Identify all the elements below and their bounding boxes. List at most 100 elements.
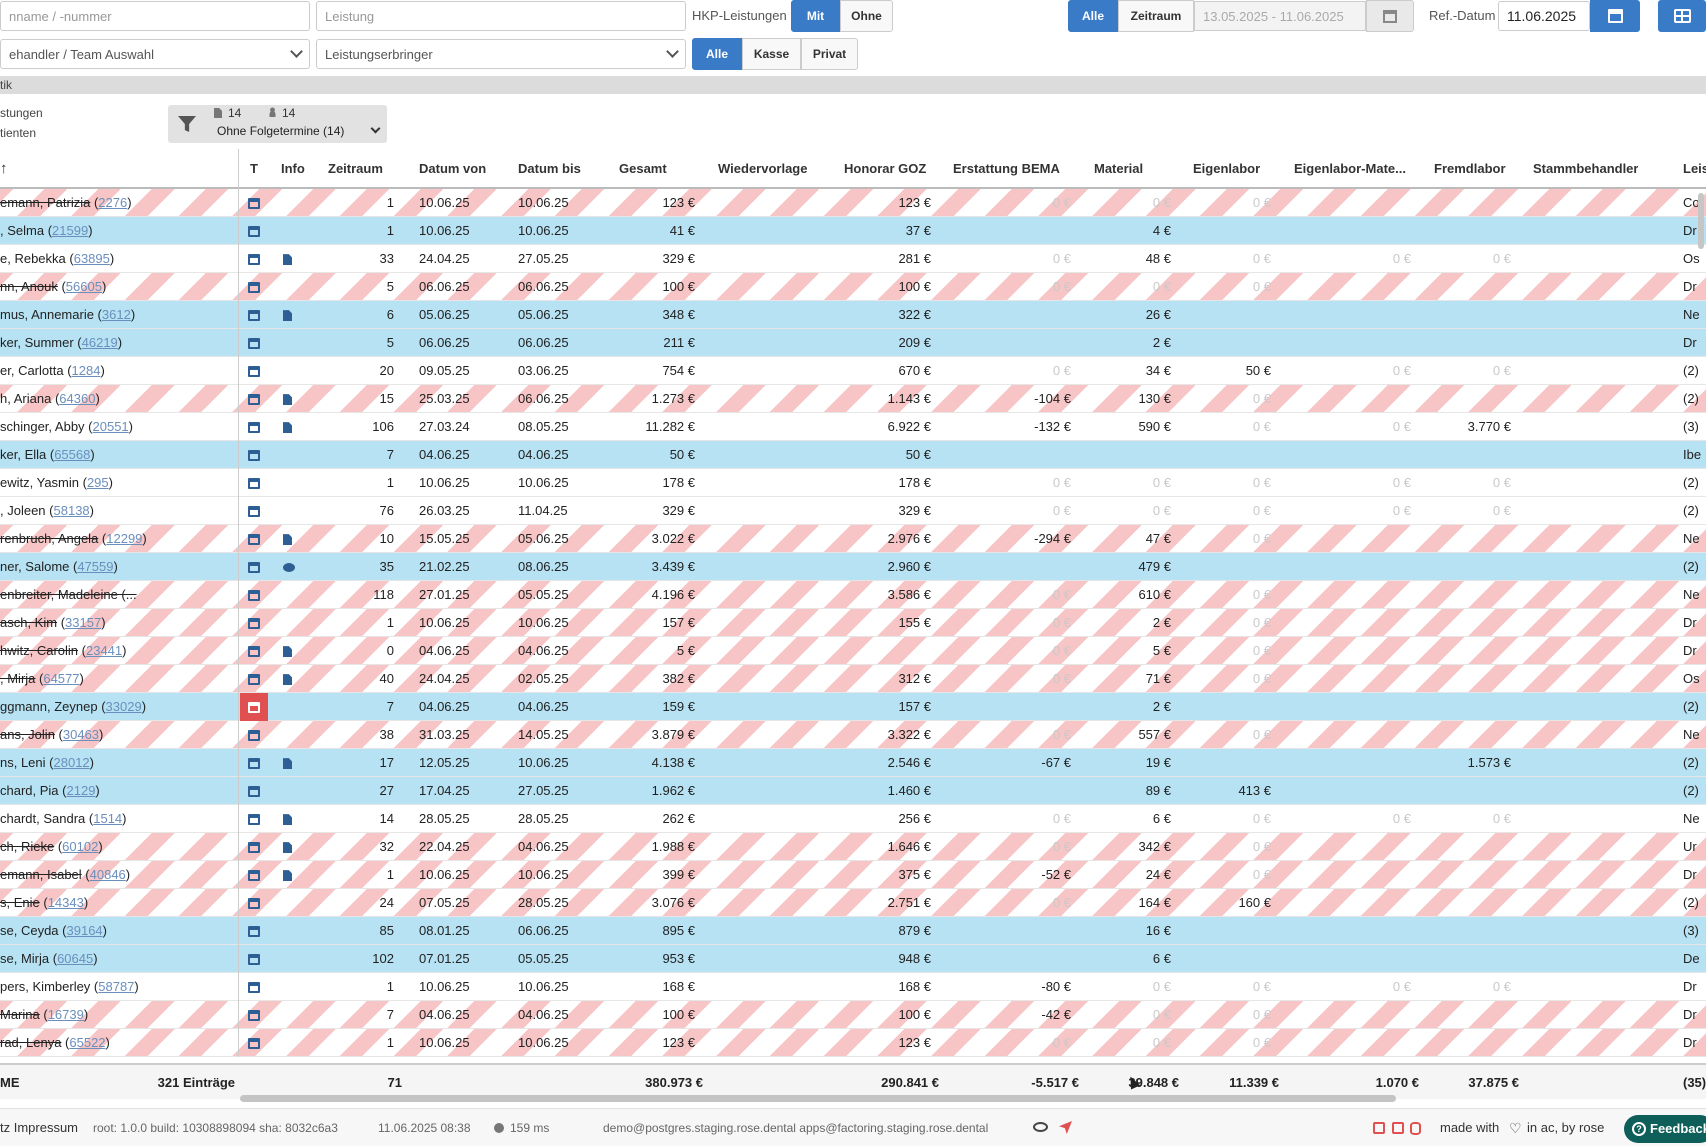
info-cell[interactable] [283,805,303,833]
info-cell[interactable] [283,749,303,777]
info-cell[interactable] [283,1001,303,1029]
export-icon[interactable] [1392,1122,1404,1134]
appointment-cell[interactable] [240,217,268,245]
table-row[interactable]: rad, Lenya (65522) 1 10.06.25 10.06.25 123 €… [0,1029,1706,1057]
feedback-button[interactable]: ? Feedback [1624,1115,1706,1143]
period-alle-button[interactable]: Alle [1068,0,1118,32]
col-header-zeitraum[interactable]: Zeitraum [328,149,383,189]
patient-name-cell[interactable]: schinger, Abby (20551) [0,413,236,441]
vertical-scrollbar-thumb[interactable] [1698,193,1704,249]
patient-name-cell[interactable]: enbreiter, Madeleine (... [0,581,236,609]
appointment-cell[interactable] [240,973,268,1001]
info-cell[interactable] [283,525,303,553]
info-cell[interactable] [283,637,303,665]
patient-id-link[interactable]: 2129 [67,783,96,798]
patient-name-cell[interactable]: ker, Ella (65568) [0,441,236,469]
table-row[interactable]: schinger, Abby (20551) 106 27.03.24 08.05.2… [0,413,1706,441]
table-row[interactable]: , Joleen (58138) 76 26.03.25 11.04.25 329 €3… [0,497,1706,525]
table-row[interactable]: ggmann, Zeynep (33029) 7 04.06.25 04.06.25 1… [0,693,1706,721]
table-row[interactable]: , Selma (21599) 1 10.06.25 10.06.25 41 €37 €… [0,217,1706,245]
patient-name-cell[interactable]: hwitz, Carolin (23441) [0,637,236,665]
table-row[interactable]: ner, Salome (47559) 35 21.02.25 08.06.25 3.4… [0,553,1706,581]
patient-name-cell[interactable]: renbruch, Angela (12299) [0,525,236,553]
patient-name-cell[interactable]: s, Enie (14343) [0,889,236,917]
database-icon[interactable] [1410,1122,1421,1135]
info-cell[interactable] [283,861,303,889]
layout-toggle-button[interactable] [1658,0,1706,32]
patient-id-link[interactable]: 16739 [48,1007,84,1022]
table-row[interactable]: emann, Patrizia (2276) 1 10.06.25 10.06.25 1… [0,189,1706,217]
col-header-info[interactable]: Info [281,149,305,189]
table-row[interactable]: er, Carlotta (1284) 20 09.05.25 03.06.25 754… [0,357,1706,385]
patient-name-cell[interactable]: , Joleen (58138) [0,497,236,525]
table-row[interactable]: ker, Summer (46219) 5 06.06.25 06.06.25 211 … [0,329,1706,357]
table-row[interactable]: h, Ariana (64360) 15 25.03.25 06.06.25 1.273… [0,385,1706,413]
table-row[interactable]: asch, Kim (33157) 1 10.06.25 10.06.25 157 €1… [0,609,1706,637]
patient-name-cell[interactable]: emann, Isabel (40846) [0,861,236,889]
info-cell[interactable] [283,1029,303,1057]
eye-slash-icon[interactable] [1033,1122,1048,1132]
appointment-cell[interactable] [240,581,268,609]
info-cell[interactable] [283,189,303,217]
appointment-cell[interactable] [240,385,268,413]
patient-name-cell[interactable]: ch, Rieke (60102) [0,833,236,861]
patient-id-link[interactable]: 60645 [57,951,93,966]
appointment-cell[interactable] [240,833,268,861]
col-header-datum-von[interactable]: Datum von [419,149,486,189]
patient-id-link[interactable]: 58138 [54,503,90,518]
appointment-cell[interactable] [240,945,268,973]
patient-id-link[interactable]: 295 [87,475,109,490]
appointment-cell[interactable] [240,1001,268,1029]
table-row[interactable]: pers, Kimberley (58787) 1 10.06.25 10.06.25… [0,973,1706,1001]
appointment-cell[interactable] [240,665,268,693]
info-cell[interactable] [283,441,303,469]
col-header-eigenlabor-material[interactable]: Eigenlabor-Mate... [1294,149,1406,189]
patient-id-link[interactable]: 46219 [82,335,118,350]
table-row[interactable]: enbreiter, Madeleine (... 118 27.01.25 05.0… [0,581,1706,609]
info-cell[interactable] [283,413,303,441]
appointment-cell[interactable] [240,497,268,525]
patient-name-cell[interactable]: pers, Kimberley (58787) [0,973,236,1001]
appointment-cell[interactable] [240,469,268,497]
appointment-cell[interactable] [240,525,268,553]
patient-name-cell[interactable]: ggmann, Zeynep (33029) [0,693,236,721]
col-header-t[interactable]: T [250,149,258,189]
appointment-cell[interactable] [240,329,268,357]
col-header-honorar-goz[interactable]: Honorar GOZ [844,149,926,189]
info-cell[interactable] [283,217,303,245]
patient-id-link[interactable]: 56605 [66,279,102,294]
period-zeitraum-button[interactable]: Zeitraum [1118,0,1194,32]
col-header-leistungserbringer[interactable]: Leis [1683,149,1706,189]
table-row[interactable]: mus, Annemarie (3612) 6 05.06.25 05.06.25 34… [0,301,1706,329]
col-header-gesamt[interactable]: Gesamt [619,149,667,189]
info-cell[interactable] [283,945,303,973]
table-row[interactable]: chard, Pia (2129) 27 17.04.25 27.05.25 1.962… [0,777,1706,805]
appointment-cell[interactable] [240,189,268,217]
patient-id-link[interactable]: 65522 [69,1035,105,1050]
appointment-cell[interactable] [240,805,268,833]
patient-id-link[interactable]: 58787 [98,979,134,994]
appointment-cell[interactable] [240,889,268,917]
col-header-material[interactable]: Material [1094,149,1143,189]
patient-id-link[interactable]: 1514 [93,811,122,826]
table-row[interactable]: nn, Anouk (56605) 5 06.06.25 06.06.25 100 €1… [0,273,1706,301]
patient-id-link[interactable]: 28012 [54,755,90,770]
patient-name-cell[interactable]: se, Ceyda (39164) [0,917,236,945]
table-row[interactable]: se, Ceyda (39164) 85 08.01.25 06.06.25 895 €… [0,917,1706,945]
info-cell[interactable] [283,665,303,693]
patient-id-link[interactable]: 23441 [86,643,122,658]
appointment-cell[interactable] [240,609,268,637]
patient-id-link[interactable]: 47559 [77,559,113,574]
info-cell[interactable] [283,693,303,721]
table-row[interactable]: emann, Isabel (40846) 1 10.06.25 10.06.25 39… [0,861,1706,889]
ref-date-calendar-button[interactable] [1590,0,1640,32]
sort-asc-icon[interactable]: ↑ [0,149,20,189]
patient-name-cell[interactable]: er, Carlotta (1284) [0,357,236,385]
patient-id-link[interactable]: 65568 [54,447,90,462]
appointment-cell[interactable] [240,245,268,273]
table-row[interactable]: ewitz, Yasmin (295) 1 10.06.25 10.06.25 178 … [0,469,1706,497]
appointment-cell[interactable] [240,777,268,805]
folgetermine-filter-box[interactable]: 14 14 Ohne Folgetermine (14) [168,105,387,143]
info-cell[interactable] [283,301,303,329]
appointment-cell[interactable] [240,301,268,329]
